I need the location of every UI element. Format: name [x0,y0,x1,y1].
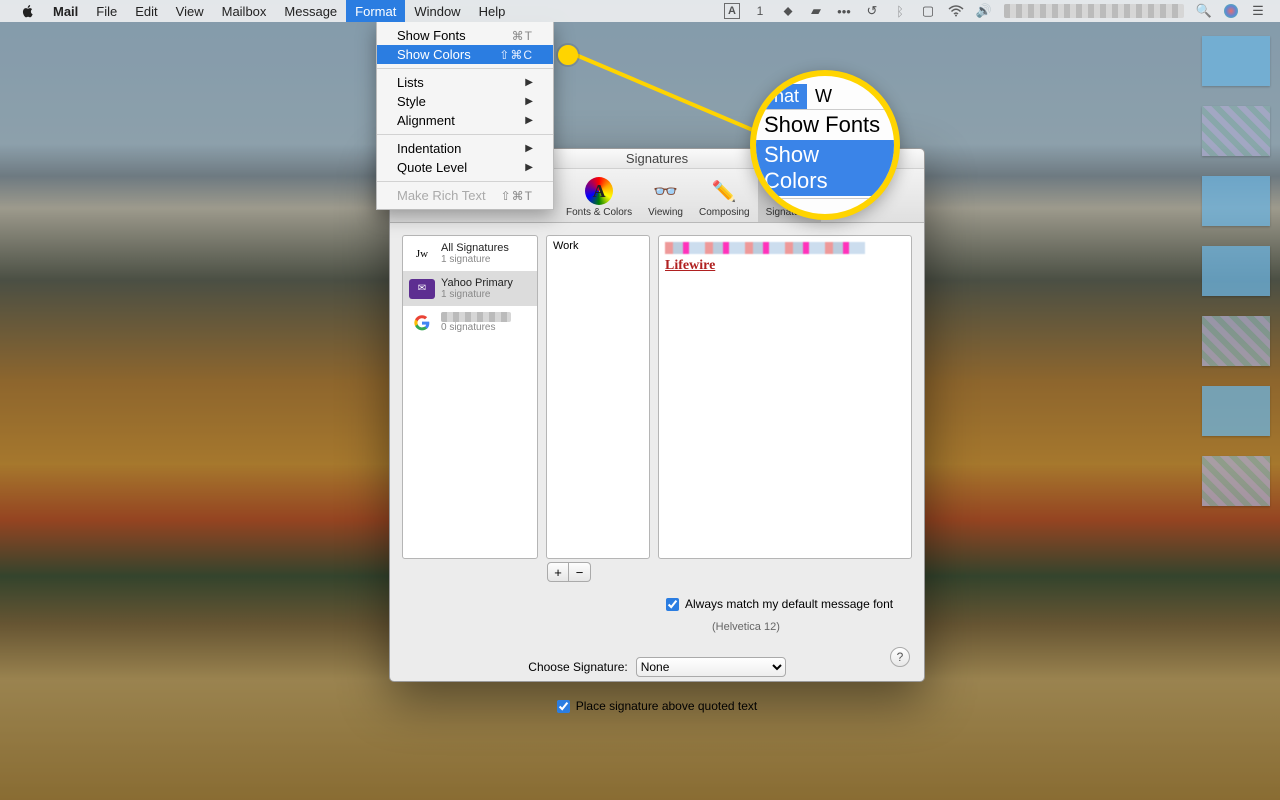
menu-file[interactable]: File [87,0,126,22]
app-menu[interactable]: Mail [44,0,87,22]
account-yahoo[interactable]: ✉ Yahoo Primary1 signature [403,271,537,306]
match-font-checkbox[interactable] [666,598,679,611]
font-note: (Helvetica 12) [712,621,912,633]
account-name-blurred [441,312,511,322]
menu-item-label: Show Fonts [397,28,466,43]
airplay-icon[interactable]: ▢ [920,3,936,19]
tab-viewing[interactable]: 👓 Viewing [640,177,691,222]
submenu-arrow-icon: ▶ [525,115,533,126]
menu-lists[interactable]: Lists▶ [377,73,553,92]
menu-window[interactable]: Window [405,0,469,22]
menu-mailbox[interactable]: Mailbox [213,0,276,22]
menu-make-rich-text[interactable]: Make Rich Text ⇧⌘T [377,186,553,205]
signatures-preferences-window: Signatures A Fonts & Colors 👓 Viewing ✏️… [389,148,925,682]
menu-alignment[interactable]: Alignment▶ [377,111,553,130]
menu-show-fonts[interactable]: Show Fonts ⌘T [377,26,553,45]
menu-message[interactable]: Message [275,0,346,22]
desktop-items-blurred [1202,36,1270,506]
siri-icon[interactable] [1224,4,1238,18]
choose-signature-select[interactable]: None [636,657,786,677]
menu-view[interactable]: View [167,0,213,22]
fonts-colors-icon: A [585,177,613,205]
signature-item[interactable]: Work [547,236,649,256]
account-all-signatures[interactable]: Jw All Signatures1 signature [403,236,537,271]
dropbox-icon[interactable]: ⬥ [780,3,796,19]
place-above-checkbox[interactable] [557,700,570,713]
menu-style[interactable]: Style▶ [377,92,553,111]
redacted-line [665,242,865,254]
screen-icon[interactable]: ▰ [808,3,824,19]
menu-item-label: Show Colors [397,47,471,62]
wifi-icon[interactable] [948,3,964,19]
menu-quote-level[interactable]: Quote Level▶ [377,158,553,177]
annotation-magnifier: natW Show Fonts Show Colors ists [750,70,900,220]
viewing-icon: 👓 [652,177,680,205]
bluetooth-icon[interactable]: ᛒ [892,3,908,19]
match-font-label: Always match my default message font [685,597,893,611]
menu-show-colors[interactable]: Show Colors ⇧⌘C [377,45,553,64]
choose-signature-label: Choose Signature: [528,660,627,674]
signature-preview-pane[interactable]: Lifewire [658,235,912,559]
menu-edit[interactable]: Edit [126,0,166,22]
timemachine-icon[interactable]: ↺ [864,3,880,19]
status-badge: 1 [752,3,768,19]
yahoo-icon: ✉ [409,279,435,299]
menu-help[interactable]: Help [470,0,515,22]
place-above-label: Place signature above quoted text [576,699,757,713]
accounts-pane: Jw All Signatures1 signature ✉ Yahoo Pri… [402,235,538,559]
tab-fonts-colors[interactable]: A Fonts & Colors [558,177,640,222]
adobe-cc-icon[interactable]: A [724,3,740,19]
submenu-arrow-icon: ▶ [525,143,533,154]
menu-format[interactable]: Format [346,0,405,22]
tab-composing[interactable]: ✏️ Composing [691,177,758,222]
volume-icon[interactable]: 🔊 [976,3,992,19]
submenu-arrow-icon: ▶ [525,96,533,107]
more-icon[interactable]: ••• [836,3,852,19]
shortcut-label: ⇧⌘C [499,48,533,62]
annotation-dot [558,45,578,65]
add-signature-button[interactable]: + [547,562,569,582]
window-title: Signatures [626,151,688,166]
shortcut-label: ⇧⌘T [501,189,533,203]
signature-link: Lifewire [665,258,905,274]
google-icon [409,313,435,333]
submenu-arrow-icon: ▶ [525,162,533,173]
remove-signature-button[interactable]: − [569,562,591,582]
signatures-list-pane: Work + − [546,235,650,559]
account-google[interactable]: 0 signatures [403,306,537,339]
shortcut-label: ⌘T [512,29,533,43]
format-dropdown: Show Fonts ⌘T Show Colors ⇧⌘C Lists▶ Sty… [376,22,554,210]
menubar: Mail File Edit View Mailbox Message Form… [0,0,1280,22]
spotlight-icon[interactable]: 🔍 [1196,3,1212,19]
menubar-clock-blurred [1004,4,1184,18]
notification-center-icon[interactable]: ☰ [1250,3,1266,19]
submenu-arrow-icon: ▶ [525,77,533,88]
apple-menu[interactable] [12,0,44,22]
signature-icon: Jw [409,244,435,264]
composing-icon: ✏️ [710,177,738,205]
help-button[interactable]: ? [890,647,910,667]
menu-indentation[interactable]: Indentation▶ [377,139,553,158]
